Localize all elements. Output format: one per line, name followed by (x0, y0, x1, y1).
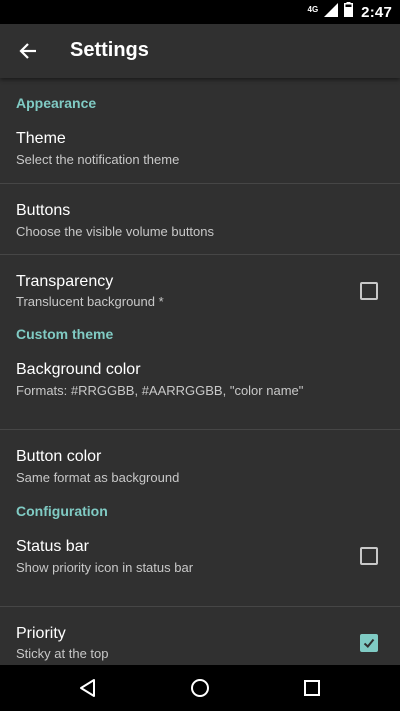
pref-theme[interactable]: Theme Select the notification theme (0, 128, 400, 184)
priority-checkbox[interactable] (360, 634, 378, 652)
transparency-checkbox[interactable] (360, 282, 378, 300)
status-icons: 4G 2:47 (308, 0, 393, 24)
pref-summary: Translucent background * (16, 294, 164, 309)
pref-summary: Select the notification theme (16, 152, 180, 167)
nav-recents-button[interactable] (282, 665, 342, 711)
check-icon (363, 638, 375, 648)
nav-back-button[interactable] (58, 665, 118, 711)
pref-status-bar[interactable]: Status bar Show priority icon in status … (0, 536, 400, 607)
pref-background-color[interactable]: Background color Formats: #RRGGBB, #AARR… (0, 359, 400, 430)
pref-title: Background color (16, 361, 141, 378)
section-header-appearance: Appearance (16, 95, 97, 111)
pref-summary: Same format as background (16, 470, 180, 485)
pref-summary: Show priority icon in status bar (16, 560, 194, 575)
settings-list[interactable]: Appearance Theme Select the notification… (0, 78, 400, 665)
pref-title: Theme (16, 130, 66, 147)
signal-icon (324, 2, 339, 22)
pref-summary: Choose the visible volume buttons (16, 224, 215, 239)
pref-priority[interactable]: Priority Sticky at the top (0, 607, 400, 665)
pref-title: Buttons (16, 202, 71, 219)
page-title: Settings (70, 39, 149, 61)
pref-title: Status bar (16, 538, 89, 555)
nav-home-button[interactable] (170, 665, 230, 711)
back-button[interactable] (14, 37, 42, 65)
pref-summary: Sticky at the top (16, 646, 109, 661)
battery-icon (344, 2, 354, 22)
navigation-bar (0, 665, 400, 711)
pref-transparency[interactable]: Transparency Translucent background * (0, 255, 400, 324)
app-bar: Settings (0, 24, 400, 78)
recents-square-icon (304, 680, 320, 696)
status-bar: 4G 2:47 (0, 0, 400, 24)
pref-buttons[interactable]: Buttons Choose the visible volume button… (0, 184, 400, 255)
pref-title: Button color (16, 448, 102, 465)
arrow-back-icon (19, 43, 36, 59)
section-header-configuration: Configuration (16, 503, 108, 519)
pref-title: Transparency (16, 273, 114, 290)
pref-title: Priority (16, 625, 66, 642)
clock: 2:47 (361, 3, 392, 21)
pref-summary: Formats: #RRGGBB, #AARRGGBB, "color name… (16, 383, 304, 398)
pref-button-color[interactable]: Button color Same format as background (0, 430, 400, 501)
back-triangle-icon (80, 679, 95, 697)
home-circle-icon (191, 679, 209, 697)
section-header-custom-theme: Custom theme (16, 326, 114, 342)
status-bar-checkbox[interactable] (360, 547, 378, 565)
network-type-label: 4G (307, 4, 319, 14)
